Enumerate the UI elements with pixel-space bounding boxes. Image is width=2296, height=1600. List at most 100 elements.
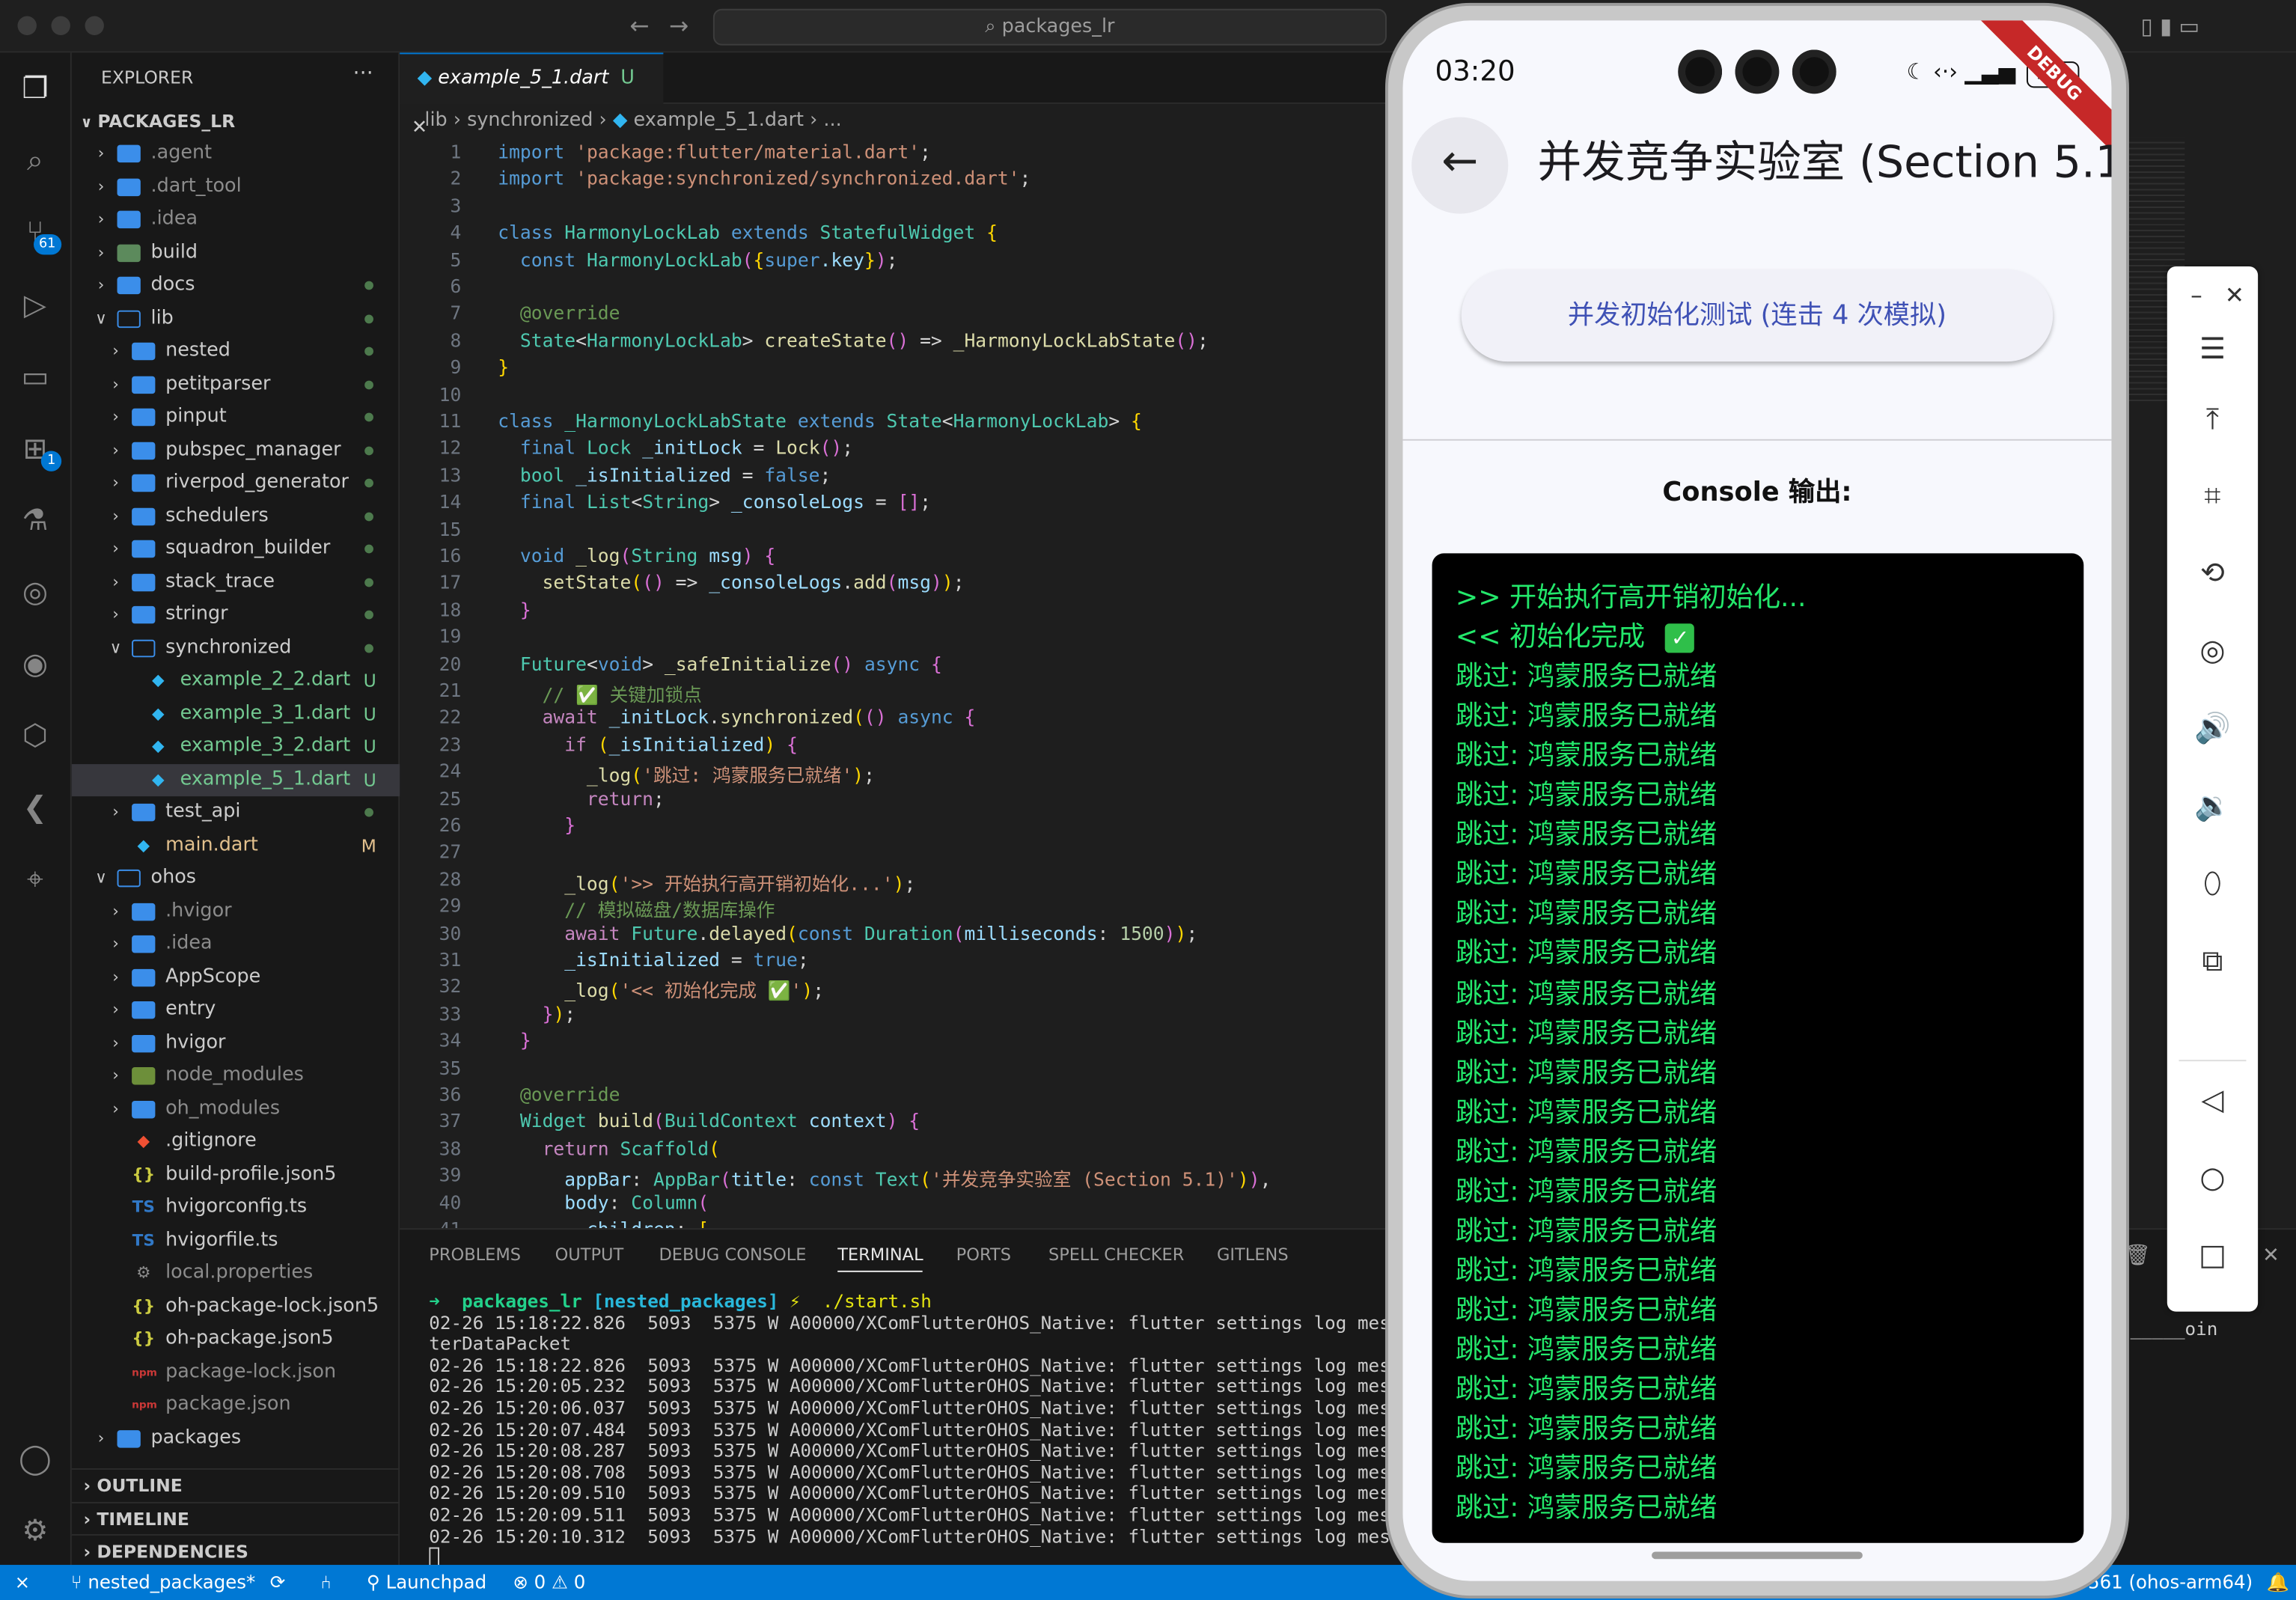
tree-item[interactable]: › docs xyxy=(72,269,400,302)
settings-gear-icon[interactable]: ⚙ xyxy=(15,1509,56,1551)
tree-item[interactable]: ◆ example_5_1.dart U xyxy=(71,763,400,796)
testing-icon[interactable]: ⚗ xyxy=(15,499,56,540)
zoom-window-button[interactable] xyxy=(85,16,104,35)
back-nav-icon[interactable]: ◁ xyxy=(2189,1076,2236,1123)
tree-item[interactable]: ◆ .gitignore xyxy=(72,1126,400,1158)
warning-count[interactable]: 0 xyxy=(574,1571,586,1593)
source-control-icon[interactable]: ⑂ 61 xyxy=(15,211,62,255)
volume-down-icon[interactable]: 🔉 xyxy=(2189,782,2236,829)
tree-item[interactable]: › pinput xyxy=(72,401,400,433)
tree-item[interactable]: ∨ synchronized xyxy=(72,632,400,664)
panel-tab-problems[interactable]: PROBLEMS xyxy=(429,1245,521,1265)
error-count[interactable]: 0 xyxy=(534,1571,546,1593)
minimize-window-button[interactable] xyxy=(51,16,70,35)
tree-item[interactable]: › build xyxy=(72,236,400,269)
notifications-icon[interactable]: 🔔 xyxy=(2267,1565,2289,1600)
back-arrow-icon[interactable]: ← xyxy=(1411,117,1509,214)
breadcrumb-symbol[interactable]: ... xyxy=(823,110,841,132)
tree-item[interactable]: › .dart_tool xyxy=(72,171,400,203)
timeline-section[interactable]: › TIMELINE xyxy=(71,1501,400,1534)
tree-item[interactable]: › .hvigor xyxy=(72,895,400,927)
concurrent-init-button[interactable]: 并发初始化测试 (连击 4 次模拟) xyxy=(1461,269,2054,362)
tree-item[interactable]: ◆ main.dart M xyxy=(72,829,400,861)
tree-item[interactable]: TS hvigorfile.ts xyxy=(72,1224,400,1257)
trash-icon[interactable]: 🗑 xyxy=(2125,1245,2151,1268)
pin-icon[interactable]: ⤒ xyxy=(2189,395,2236,442)
branch-name[interactable]: nested_packages* xyxy=(88,1571,255,1593)
tree-item[interactable]: TS hvigorconfig.ts xyxy=(72,1191,400,1224)
tree-item[interactable]: › oh_modules xyxy=(72,1093,400,1125)
remote-explorer-icon[interactable]: ▭ xyxy=(15,355,56,397)
gitlens-status-icon[interactable]: ⑃ xyxy=(291,1571,332,1593)
outline-section[interactable]: › OUTLINE xyxy=(71,1468,400,1500)
tree-item[interactable]: › .idea xyxy=(72,204,400,236)
panel-tab-output[interactable]: OUTPUT xyxy=(555,1245,624,1265)
tree-item[interactable]: {} oh-package-lock.json5 xyxy=(72,1290,400,1322)
tree-item[interactable]: › packages xyxy=(72,1422,400,1454)
tree-item[interactable]: ⚙ local.properties xyxy=(72,1257,400,1289)
tree-item[interactable]: {} build-profile.json5 xyxy=(72,1158,400,1191)
shake-icon[interactable]: ⬯ xyxy=(2189,859,2236,906)
workspace-root[interactable]: ∨ PACKAGES_LR xyxy=(81,106,403,141)
inspector-icon[interactable]: ⌖ xyxy=(15,858,56,899)
tree-item[interactable]: › squadron_builder xyxy=(72,533,400,565)
tree-item[interactable]: › riverpod_generator xyxy=(72,467,400,499)
tree-item[interactable]: › node_modules xyxy=(72,1060,400,1092)
panel-tab-debug-console[interactable]: DEBUG CONSOLE xyxy=(659,1245,806,1265)
tree-item[interactable]: › pubspec_manager xyxy=(72,434,400,466)
home-indicator[interactable] xyxy=(1652,1551,1863,1560)
tree-item[interactable]: {} oh-package.json5 xyxy=(72,1323,400,1355)
git-graph-icon[interactable]: ◎ xyxy=(15,571,56,612)
record-icon[interactable]: ◎ xyxy=(2189,626,2236,674)
breadcrumb-synchronized[interactable]: synchronized xyxy=(467,110,593,132)
close-icon[interactable]: ✕ xyxy=(2211,272,2259,320)
remote-icon[interactable]: ⨯ xyxy=(0,1571,31,1593)
rotate-icon[interactable]: ⟲ xyxy=(2189,549,2236,596)
command-center-search[interactable]: ⌕ packages_lr xyxy=(712,8,1387,46)
tree-item[interactable]: › AppScope xyxy=(72,961,400,993)
breadcrumb-file[interactable]: example_5_1.dart xyxy=(633,110,804,132)
panel-tab-terminal[interactable]: TERMINAL xyxy=(837,1245,923,1272)
tree-item[interactable]: › hvigor xyxy=(72,1027,400,1059)
containers-icon[interactable]: ⬡ xyxy=(15,715,56,756)
code-editor[interactable]: 1 import 'package:flutter/material.dart';… xyxy=(400,138,1396,1228)
tree-item[interactable]: ∨ ohos xyxy=(72,862,400,894)
tree-item[interactable]: › schedulers xyxy=(72,500,400,532)
tab-example-5-1[interactable]: ◆ example_5_1.dart U ✕ xyxy=(400,52,664,139)
panel-tab-ports[interactable]: PORTS xyxy=(956,1245,1011,1265)
nav-back-icon[interactable]: ← xyxy=(629,12,649,40)
search-icon[interactable]: ⌕ xyxy=(15,139,56,180)
panel-tab-spell-checker[interactable]: SPELL CHECKER xyxy=(1048,1245,1184,1265)
tree-item[interactable]: › entry xyxy=(72,994,400,1026)
accounts-icon[interactable]: ◯ xyxy=(15,1438,56,1479)
tree-item[interactable]: › .idea xyxy=(72,928,400,960)
tree-item[interactable]: npm package.json xyxy=(72,1389,400,1421)
crop-icon[interactable]: ⌗ xyxy=(2189,471,2236,519)
explorer-icon[interactable]: ❐ xyxy=(15,67,56,109)
close-panel-icon[interactable]: ✕ xyxy=(2262,1245,2280,1268)
tree-item[interactable]: › nested xyxy=(72,335,400,367)
nav-forward-icon[interactable]: → xyxy=(669,12,689,40)
tree-item[interactable]: › stack_trace xyxy=(72,566,400,598)
close-window-button[interactable] xyxy=(17,16,37,35)
flutter-icon[interactable]: ❮ xyxy=(15,786,56,827)
tree-item[interactable]: › petitparser xyxy=(72,368,400,400)
home-nav-icon[interactable]: ○ xyxy=(2189,1153,2236,1200)
tree-item[interactable]: ◆ example_3_2.dart U xyxy=(72,730,400,763)
dependencies-section[interactable]: › DEPENDENCIES xyxy=(71,1533,400,1566)
launchpad-item[interactable]: Launchpad xyxy=(386,1571,487,1593)
recents-nav-icon[interactable]: □ xyxy=(2189,1231,2236,1278)
tree-item[interactable]: ◆ example_2_2.dart U xyxy=(72,665,400,697)
run-debug-icon[interactable]: ▷ xyxy=(15,284,56,325)
breadcrumb-lib[interactable]: lib xyxy=(400,110,447,132)
tree-item[interactable]: › .agent xyxy=(72,138,400,170)
tree-item[interactable]: ◆ example_3_1.dart U xyxy=(72,697,400,730)
menu-icon[interactable]: ☰ xyxy=(2189,325,2236,372)
tree-item[interactable]: npm package-lock.json xyxy=(72,1356,400,1388)
multi-screen-icon[interactable]: ⧉ xyxy=(2189,937,2236,984)
tree-item[interactable]: › test_api xyxy=(72,796,400,828)
tree-item[interactable]: ∨ lib xyxy=(72,302,400,335)
sync-icon[interactable]: ⟳ xyxy=(261,1571,286,1593)
tree-item[interactable]: › stringr xyxy=(72,599,400,631)
explorer-more-icon[interactable]: ⋯ xyxy=(353,61,373,85)
